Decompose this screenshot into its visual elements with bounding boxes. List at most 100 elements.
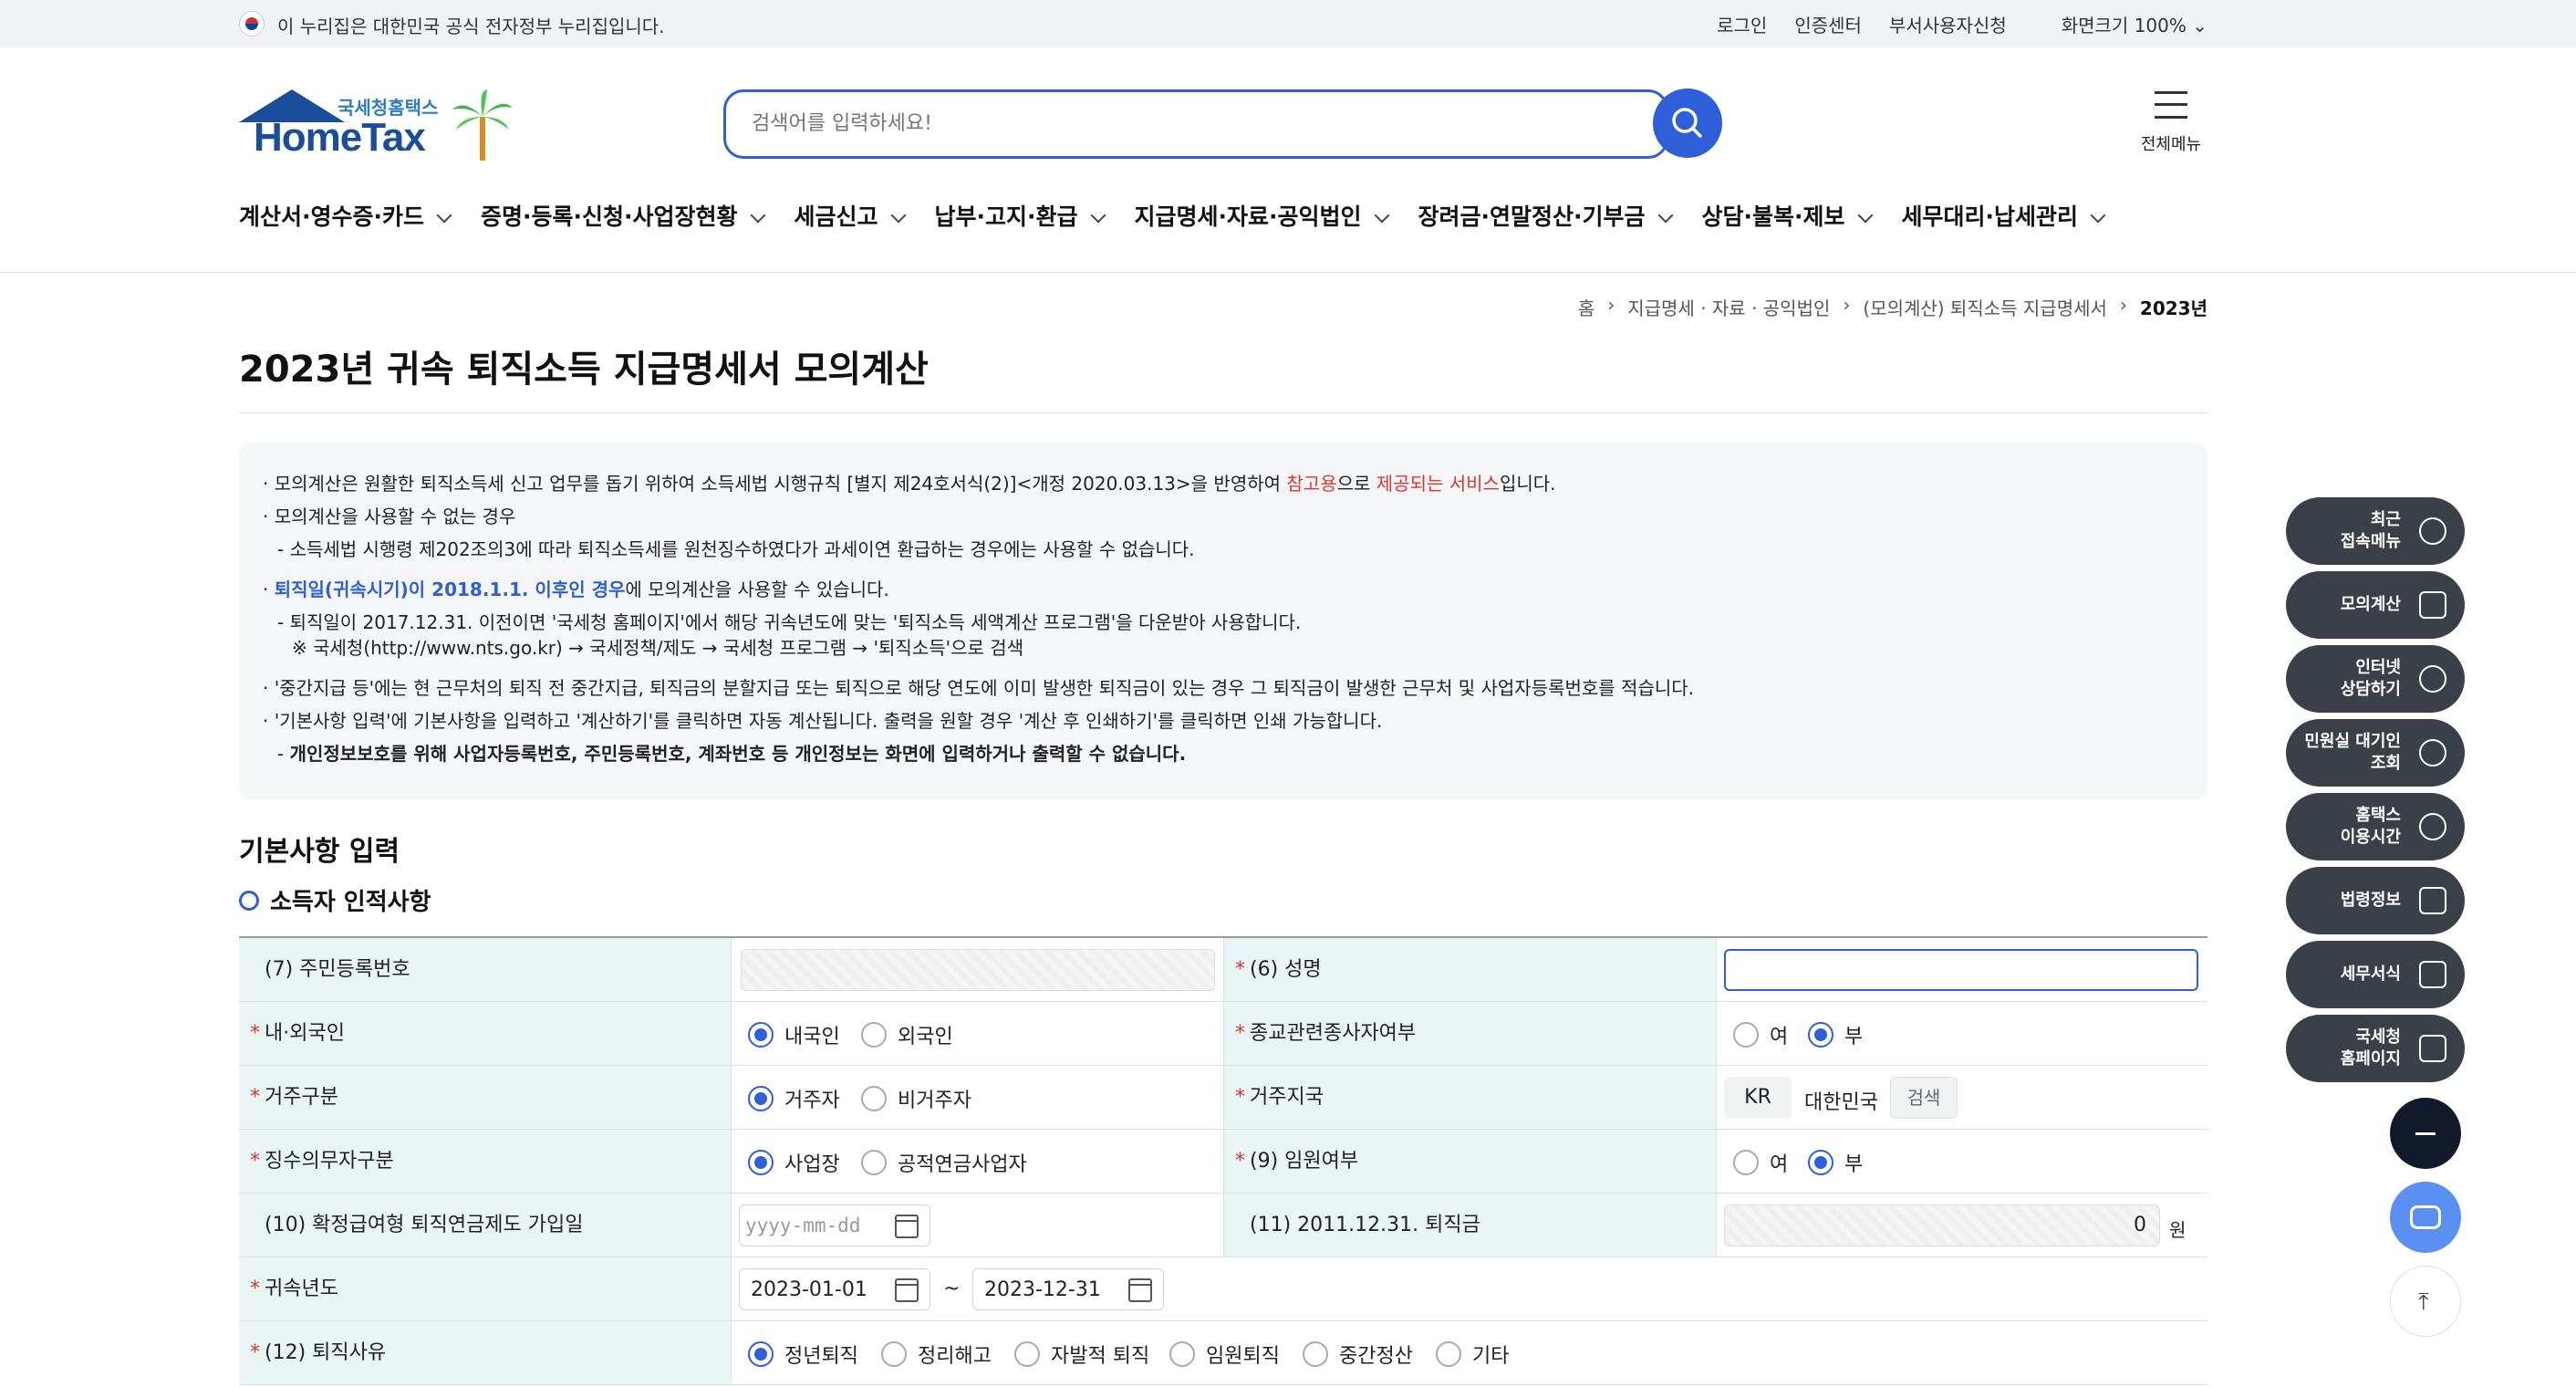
notice-line-8: · '기본사항 입력'에 기본사항을 입력하고 '계산하기'를 클릭하면 자동 … bbox=[263, 710, 1383, 732]
title-divider bbox=[239, 412, 2207, 413]
radio-executive-no[interactable]: 부 bbox=[1808, 1148, 1863, 1177]
basic-info-form: (7) 주민등록번호 (6) 성명 내·외국인 내국인 외국인 종교관련종사자여… bbox=[239, 936, 2207, 1385]
search-button[interactable] bbox=[1653, 89, 1722, 158]
notice-line-9: - 개인정보보호를 위해 사업자등록번호, 주민등록번호, 계좌번호 등 개인정… bbox=[277, 743, 1187, 765]
currency-unit: 원 bbox=[2169, 1219, 2186, 1241]
cert-center-link[interactable]: 인증센터 bbox=[1794, 11, 1862, 37]
all-menu-button[interactable]: 전체메뉴 bbox=[2135, 88, 2207, 161]
radio-label: 기타 bbox=[1472, 1345, 1510, 1368]
quick-law-info[interactable]: 법령정보 bbox=[2286, 867, 2465, 934]
quick-label: 법령정보 bbox=[2340, 891, 2401, 910]
radio-nonresident[interactable]: 비거주자 bbox=[861, 1084, 971, 1113]
quick-waiting-lookup[interactable]: 민원실 대기인 조회 bbox=[2286, 719, 2465, 787]
quick-recent-menu[interactable]: 최근 접속메뉴 bbox=[2286, 497, 2465, 565]
radio-unchecked-icon bbox=[1733, 1150, 1759, 1175]
nav-item-incentive[interactable]: 장려금·연말정산·기부금 bbox=[1418, 199, 1674, 232]
nav-item-statement[interactable]: 지급명세·자료·공익법인 bbox=[1134, 199, 1390, 232]
quick-tax-forms[interactable]: 세무서식 bbox=[2286, 941, 2465, 1008]
nav-item-certificate[interactable]: 증명·등록·신청·사업장현황 bbox=[481, 199, 765, 232]
breadcrumb-current: 2023년 bbox=[2139, 297, 2207, 319]
korea-flag-icon bbox=[239, 11, 265, 36]
notice-text: 소득세법 시행령 제202조의3에 따라 퇴직소득세를 원천징수하였다가 과세이… bbox=[289, 538, 1195, 560]
notice-bold-text: 개인정보보호를 위해 사업자등록번호, 주민등록번호, 계좌번호 등 개인정보는… bbox=[289, 743, 1187, 765]
retirement-reason-label: (12) 퇴직사유 bbox=[239, 1321, 732, 1384]
radio-unchecked-icon bbox=[861, 1150, 887, 1175]
robot-icon bbox=[2410, 1205, 2441, 1229]
notice-line-2: · 모의계산을 사용할 수 없는 경우 bbox=[263, 506, 516, 527]
nav-label: 장려금·연말정산·기부금 bbox=[1418, 203, 1646, 230]
notice-text: 으로 bbox=[1336, 473, 1376, 495]
radio-label: 여 bbox=[1770, 1153, 1789, 1176]
db-pension-date-input[interactable]: yyyy-mm-dd bbox=[739, 1204, 930, 1246]
quick-online-consult[interactable]: 인터넷 상담하기 bbox=[2286, 645, 2465, 713]
logo-big-text: HomeTax bbox=[254, 115, 426, 160]
radio-layoff[interactable]: 정리해고 bbox=[881, 1340, 992, 1369]
radio-label: 정리해고 bbox=[918, 1345, 992, 1368]
quick-label: 인터넷 상담하기 bbox=[2340, 658, 2401, 699]
hometax-logo[interactable]: 국세청홈택스 HomeTax bbox=[239, 89, 522, 162]
zoom-select[interactable]: 화면크기 100% ⌄ bbox=[2034, 11, 2207, 37]
quick-mock-calc[interactable]: 모의계산 bbox=[2286, 571, 2465, 639]
radio-label: 부 bbox=[1844, 1026, 1864, 1048]
chevron-down-icon bbox=[2090, 207, 2106, 224]
severance-2011-label: (11) 2011.12.31. 퇴직금 bbox=[1224, 1194, 1717, 1257]
radio-resident[interactable]: 거주자 bbox=[748, 1084, 840, 1113]
scroll-top-button[interactable]: ⤒ bbox=[2390, 1266, 2461, 1337]
radio-voluntary[interactable]: 자발적 퇴직 bbox=[1014, 1340, 1149, 1369]
chevron-down-icon bbox=[890, 207, 907, 224]
nav-item-invoice[interactable]: 계산서·영수증·카드 bbox=[239, 199, 452, 232]
quick-menu-collapse-button[interactable] bbox=[2390, 1098, 2461, 1169]
quick-nts-home[interactable]: 국세청 홈페이지 bbox=[2286, 1015, 2465, 1082]
gov-banner-text: 이 누리집은 대한민국 공식 전자정부 누리집입니다. bbox=[277, 16, 665, 37]
name-input[interactable] bbox=[1724, 949, 2198, 991]
attribution-to-input[interactable]: 2023-12-31 bbox=[972, 1268, 1164, 1310]
login-link[interactable]: 로그인 bbox=[1717, 11, 1767, 37]
notice-highlight: 참고용 bbox=[1286, 473, 1337, 495]
breadcrumb-item[interactable]: (모의계산) 퇴직소득 지급명세서 bbox=[1863, 294, 2107, 320]
radio-pension[interactable]: 공적연금사업자 bbox=[861, 1148, 1027, 1177]
chatbot-button[interactable] bbox=[2390, 1182, 2461, 1253]
radio-interim[interactable]: 중간정산 bbox=[1303, 1340, 1413, 1369]
nav-item-consult[interactable]: 상담·불복·제보 bbox=[1702, 199, 1874, 232]
radio-unchecked-icon bbox=[881, 1341, 907, 1367]
radio-label: 비거주자 bbox=[898, 1090, 971, 1112]
radio-unchecked-icon bbox=[1436, 1341, 1461, 1367]
calendar-icon[interactable] bbox=[1128, 1278, 1152, 1302]
radio-other[interactable]: 기타 bbox=[1436, 1340, 1509, 1369]
nationality-label: 내·외국인 bbox=[239, 1002, 732, 1065]
attribution-from-input[interactable]: 2023-01-01 bbox=[739, 1268, 930, 1310]
quick-hours[interactable]: 홈택스 이용시간 bbox=[2286, 793, 2465, 860]
breadcrumb-item[interactable]: 지급명세 · 자료 · 공익법인 bbox=[1627, 294, 1830, 320]
search-input[interactable] bbox=[752, 112, 1573, 135]
nav-item-payment[interactable]: 납부·고지·환급 bbox=[935, 199, 1106, 232]
radio-unchecked-icon bbox=[1169, 1341, 1195, 1367]
radio-religious-yes[interactable]: 여 bbox=[1733, 1020, 1788, 1049]
dept-user-link[interactable]: 부서사용자신청 bbox=[1889, 11, 2007, 37]
building-icon bbox=[2419, 1035, 2446, 1062]
chevron-down-icon bbox=[750, 207, 765, 224]
radio-label: 외국인 bbox=[898, 1026, 953, 1048]
calendar-icon[interactable] bbox=[895, 1278, 919, 1302]
calendar-icon[interactable] bbox=[895, 1215, 919, 1238]
country-search-button[interactable]: 검색 bbox=[1890, 1077, 1958, 1119]
nav-item-tax-return[interactable]: 세금신고 bbox=[795, 199, 907, 232]
notice-text: 입니다. bbox=[1499, 473, 1556, 495]
nav-item-agent[interactable]: 세무대리·납세관리 bbox=[1902, 199, 2106, 232]
radio-retire-age[interactable]: 정년퇴직 bbox=[748, 1340, 858, 1369]
notice-text: '중간지급 등'에는 현 근무처의 퇴직 전 중간지급, 퇴직금의 분할지급 또… bbox=[274, 677, 1695, 699]
notice-line-3: - 소득세법 시행령 제202조의3에 따라 퇴직소득세를 원천징수하였다가 과… bbox=[277, 538, 1195, 560]
radio-workplace[interactable]: 사업장 bbox=[748, 1148, 840, 1177]
radio-unchecked-icon bbox=[1014, 1341, 1040, 1367]
radio-domestic[interactable]: 내국인 bbox=[748, 1020, 840, 1049]
radio-executive-retire[interactable]: 임원퇴직 bbox=[1169, 1340, 1280, 1369]
radio-executive-yes[interactable]: 여 bbox=[1733, 1148, 1788, 1177]
radio-religious-no[interactable]: 부 bbox=[1808, 1020, 1863, 1049]
country-name: 대한민국 bbox=[1804, 1091, 1878, 1114]
nav-label: 지급명세·자료·공익법인 bbox=[1134, 203, 1362, 230]
radio-label: 임원퇴직 bbox=[1206, 1345, 1280, 1368]
to-date-value: 2023-12-31 bbox=[984, 1278, 1101, 1301]
page-title: 2023년 귀속 퇴직소득 지급명세서 모의계산 bbox=[239, 349, 929, 391]
breadcrumb-home[interactable]: 홈 bbox=[1578, 294, 1594, 320]
chevron-down-icon bbox=[1374, 207, 1390, 224]
radio-foreign[interactable]: 외국인 bbox=[861, 1020, 953, 1049]
